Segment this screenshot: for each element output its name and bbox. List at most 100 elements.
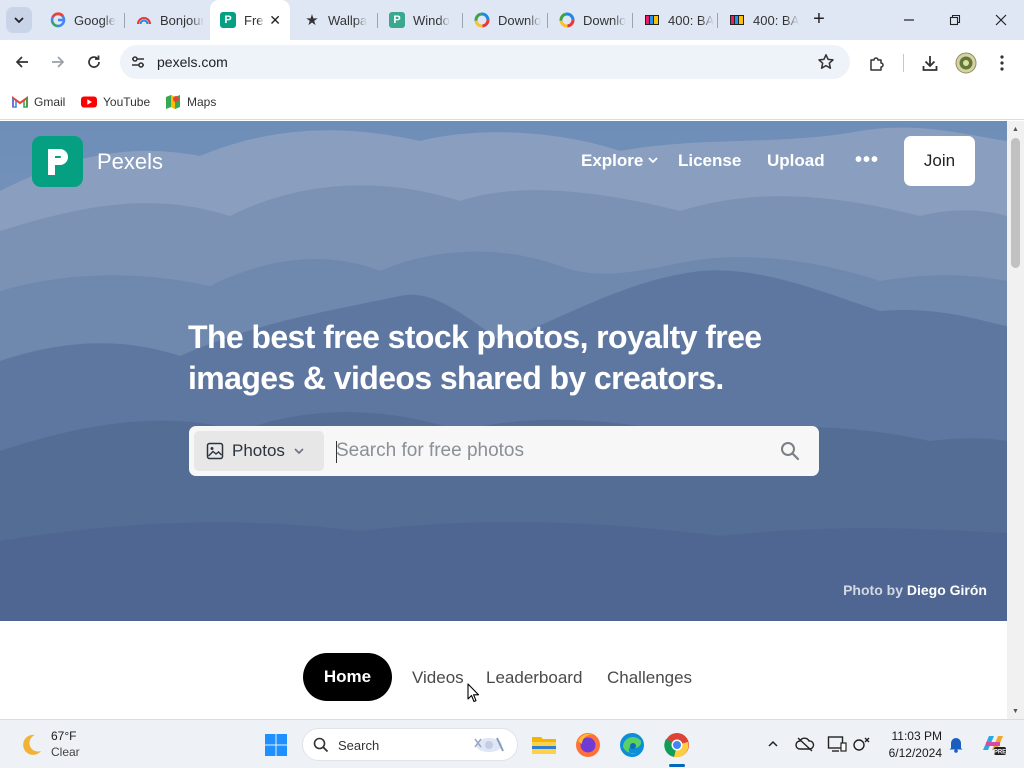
tab-search-button[interactable] — [6, 7, 32, 33]
google-icon — [50, 12, 66, 28]
chevron-down-icon[interactable] — [646, 153, 660, 167]
search-icon — [313, 737, 329, 753]
chrome-icon[interactable] — [661, 729, 693, 761]
firefox-icon[interactable] — [572, 729, 604, 761]
file-explorer-icon[interactable] — [528, 729, 560, 761]
more-menu-button[interactable]: ••• — [855, 149, 879, 172]
text-caret — [336, 441, 337, 463]
page-viewport: Pexels Explore License Upload ••• Join T… — [0, 121, 1007, 719]
tab-windows[interactable]: P Windo — [379, 6, 457, 34]
clock-date[interactable]: 6/12/2024 — [880, 746, 942, 760]
taskbar-search-box[interactable]: Search — [302, 728, 518, 761]
notification-bell-icon[interactable] — [946, 734, 966, 754]
tab-separator — [462, 13, 463, 28]
photo-credit-author[interactable]: Diego Girón — [907, 582, 987, 598]
tab-label: Downlo — [583, 12, 627, 28]
moon-weather-icon[interactable] — [18, 732, 44, 758]
weather-condition[interactable]: Clear — [51, 745, 80, 759]
hero-headline: The best free stock photos, royalty free… — [188, 319, 762, 396]
tab-separator — [547, 13, 548, 28]
colorwheel-icon — [559, 12, 575, 28]
new-tab-button[interactable]: + — [808, 8, 830, 30]
site-info-icon[interactable] — [128, 52, 148, 72]
show-hidden-icons-chevron-icon[interactable] — [763, 734, 783, 754]
chevron-down-icon — [14, 17, 24, 24]
tab-home[interactable]: Home — [303, 653, 392, 701]
scroll-up-icon[interactable]: ▲ — [1011, 125, 1020, 134]
back-button[interactable] — [7, 47, 37, 77]
network-icon[interactable] — [852, 734, 872, 754]
windows-taskbar: 67°F Clear Search 11:03 PM 6/12/2024 PRE — [0, 719, 1024, 768]
edge-icon[interactable] — [616, 729, 648, 761]
mouse-cursor-icon — [467, 683, 480, 703]
tab-leaderboard[interactable]: Leaderboard — [486, 668, 582, 688]
video-icon — [644, 12, 660, 28]
tab-videos[interactable]: Videos — [412, 668, 464, 688]
reload-button[interactable] — [79, 47, 109, 77]
close-icon[interactable]: ✕ — [269, 12, 281, 29]
tab-challenges[interactable]: Challenges — [607, 668, 692, 688]
profile-avatar[interactable] — [954, 51, 978, 75]
tab-strip: Google Bonjour P Free ✕ ★ Wallpa P Windo… — [0, 0, 1024, 40]
display-icon[interactable] — [827, 734, 847, 754]
tab-label: Google — [74, 12, 116, 28]
minimize-button[interactable] — [886, 0, 932, 40]
address-bar[interactable]: pexels.com — [120, 45, 850, 79]
pexels-logo-icon — [47, 148, 68, 175]
toolbar-divider — [903, 54, 904, 72]
tab-separator — [632, 13, 633, 28]
maps-icon — [165, 95, 181, 109]
weather-temperature[interactable]: 67°F — [51, 729, 76, 743]
photo-credit[interactable]: Photo by Diego Girón — [843, 582, 987, 598]
close-window-button[interactable] — [978, 0, 1024, 40]
close-icon — [995, 14, 1007, 26]
copilot-icon[interactable]: PRE — [980, 732, 1006, 756]
extensions-button[interactable] — [865, 51, 889, 75]
clock-time[interactable]: 11:03 PM — [886, 729, 942, 743]
windows-start-icon[interactable] — [264, 733, 288, 757]
tab-wallpaper[interactable]: ★ Wallpa — [294, 6, 374, 34]
search-input[interactable] — [336, 434, 756, 468]
address-url: pexels.com — [157, 54, 228, 70]
video-icon — [729, 12, 745, 28]
chrome-menu-button[interactable] — [990, 51, 1014, 75]
tab-download-1[interactable]: Downlo — [464, 6, 544, 34]
forward-button[interactable] — [43, 47, 73, 77]
bookmark-maps[interactable]: Maps — [165, 93, 216, 111]
nav-license[interactable]: License — [678, 151, 741, 171]
tab-separator — [124, 13, 125, 28]
pexels-logo[interactable] — [32, 136, 83, 187]
chevron-down-icon — [293, 445, 305, 457]
restore-button[interactable] — [932, 0, 978, 40]
scrollbar-thumb[interactable] — [1011, 138, 1020, 268]
scroll-down-icon[interactable]: ▼ — [1011, 707, 1020, 716]
puzzle-icon — [870, 57, 884, 71]
bookmark-label: Maps — [187, 95, 217, 109]
tab-google[interactable]: Google — [40, 6, 122, 34]
arrow-right-icon — [52, 56, 65, 68]
nav-explore[interactable]: Explore — [581, 151, 643, 171]
tab-separator — [377, 13, 378, 28]
brand-name[interactable]: Pexels — [97, 149, 163, 175]
bookmark-gmail[interactable]: Gmail — [12, 93, 65, 111]
tab-download-2[interactable]: Downlo — [549, 6, 629, 34]
tab-free-active[interactable]: P Free ✕ — [210, 0, 290, 40]
search-submit-button[interactable] — [779, 440, 801, 462]
search-icon — [781, 442, 800, 461]
youtube-icon — [81, 95, 97, 109]
active-app-indicator — [669, 764, 685, 767]
tab-label: Wallpa — [328, 12, 368, 28]
avatar-icon — [955, 52, 977, 74]
nav-upload[interactable]: Upload — [767, 151, 825, 171]
onedrive-offline-icon[interactable] — [795, 734, 815, 754]
bookmark-youtube[interactable]: YouTube — [81, 93, 150, 111]
tab-400-2[interactable]: 400: BA — [719, 6, 799, 34]
bookmark-star-icon[interactable] — [816, 52, 836, 72]
join-button[interactable]: Join — [904, 136, 975, 186]
page-scrollbar[interactable]: ▲ ▼ — [1007, 121, 1024, 719]
tab-400-1[interactable]: 400: BA — [634, 6, 714, 34]
downloads-button[interactable] — [918, 51, 942, 75]
search-type-dropdown[interactable]: Photos — [194, 431, 324, 471]
pexels-icon: P — [220, 12, 236, 28]
tab-bonjour[interactable]: Bonjour — [126, 6, 204, 34]
